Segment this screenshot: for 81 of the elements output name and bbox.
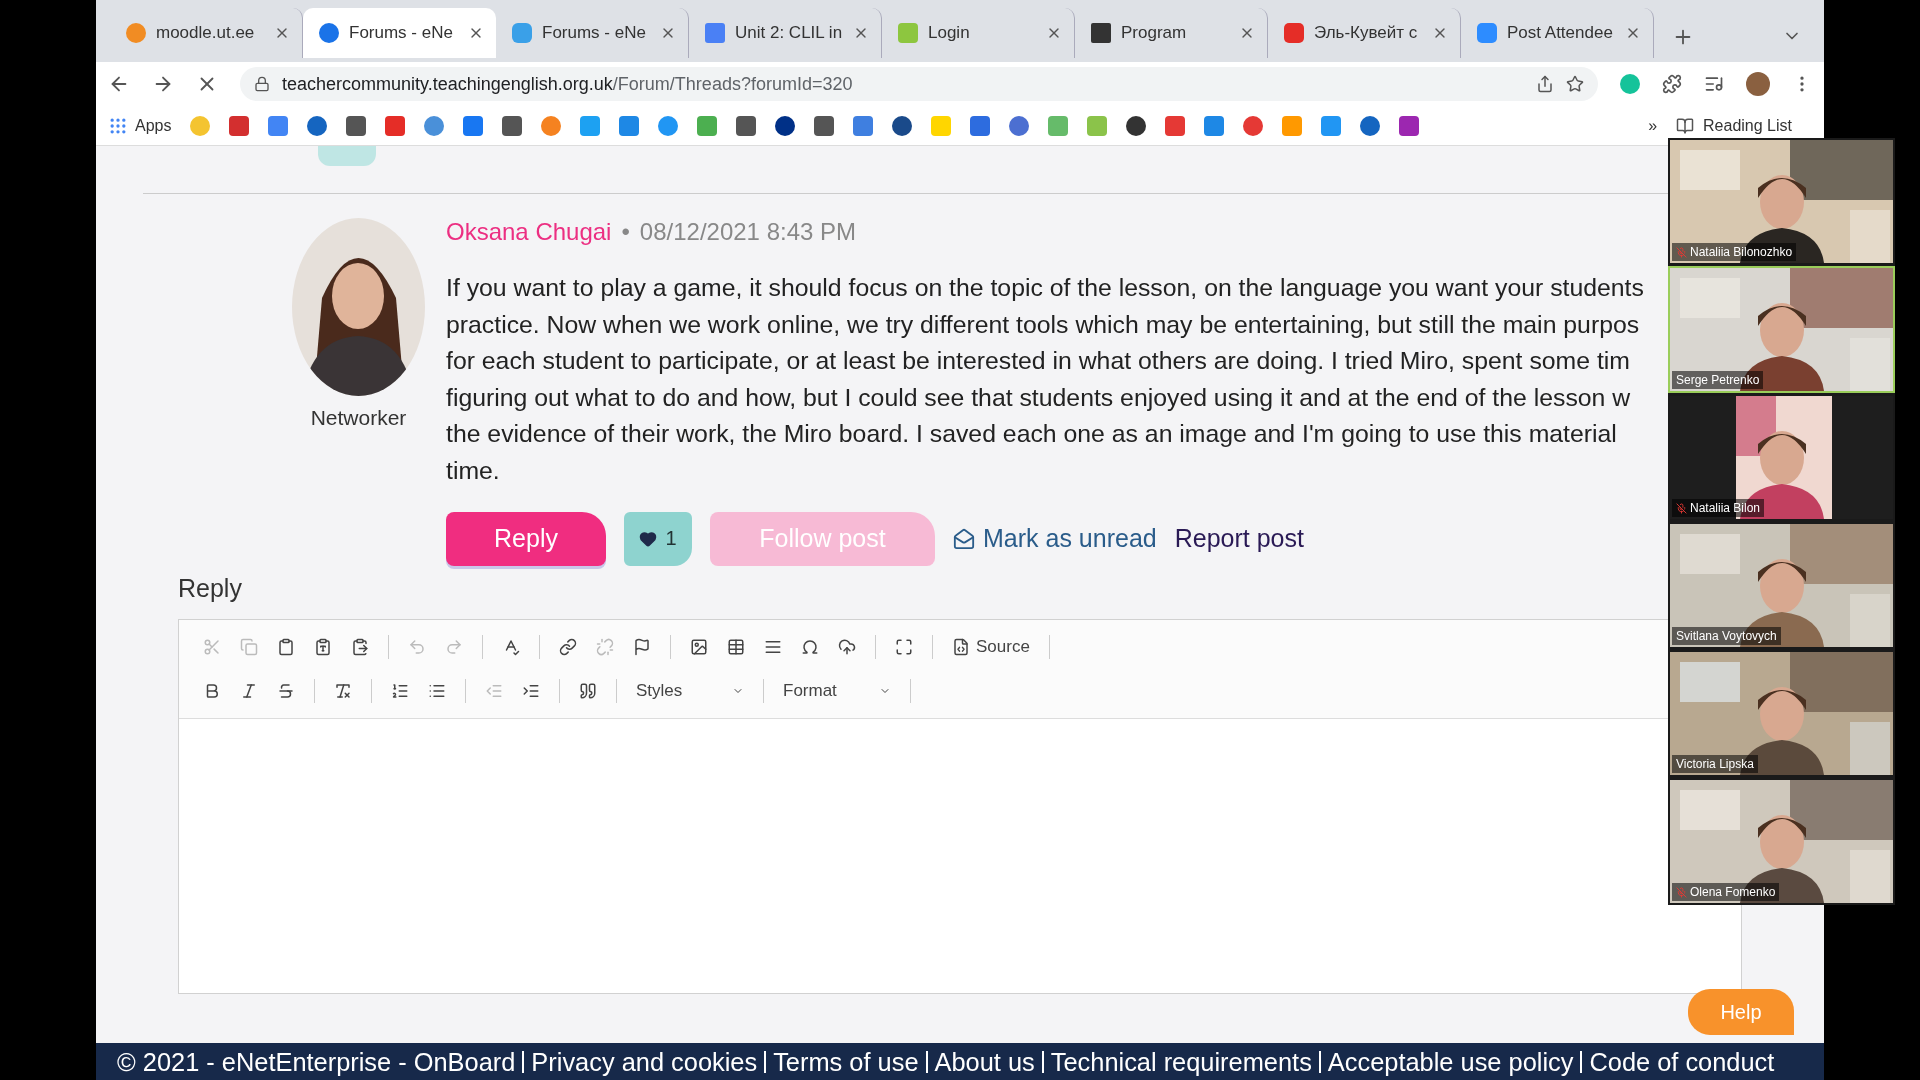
browser-tab[interactable]: Forums - eNe [496,8,689,58]
separator-dot: • [621,218,630,246]
user-role: Networker [310,406,407,430]
favicon-icon [898,23,918,43]
favicon-icon [705,23,725,43]
browser-tab[interactable]: Forums - eNe [303,8,496,58]
mark-as-unread-link[interactable]: Mark as unread [953,524,1157,554]
share-icon[interactable] [1536,75,1554,93]
favicon-icon [1284,23,1304,43]
participant-name: Victoria Lipska [1672,755,1758,773]
participant-name: Olena Fomenko [1672,883,1780,901]
toolbar-dropdown[interactable]: Styles [636,680,744,701]
clear-icon[interactable] [334,681,352,700]
url-path: /Forum/Threads?forumId=320 [612,73,853,95]
upload-icon[interactable] [838,637,856,656]
video-tile[interactable]: Serge Petrenko [1668,266,1895,393]
profile-icon[interactable] [1746,72,1770,96]
media-icon[interactable] [1704,74,1724,94]
browser-tab[interactable]: Эль-Кувейт с [1268,8,1461,58]
footer-link[interactable]: Terms of use [764,1050,926,1073]
bookmark-icon[interactable] [1126,115,1147,136]
video-tile[interactable]: Nataliia Bilon [1668,394,1895,521]
post-text-line: If you want to play a game, it should focus on the topic of the lesson, on the language you want your students [446,273,1644,303]
maximize-icon[interactable] [895,637,913,656]
like-button[interactable]: 1 [624,511,692,566]
footer-link[interactable]: About us [925,1050,1042,1073]
participant-name: Svitlana Voytovych [1672,627,1781,645]
star-icon[interactable] [1566,75,1584,93]
bookmark-icon[interactable] [307,115,328,136]
favicon-icon [319,23,339,43]
report-post-link[interactable]: Report post [1174,524,1304,554]
author-name[interactable]: Oksana Chugai [446,218,612,246]
post-text-line: time. [446,455,501,486]
bookmark-icon[interactable] [1399,115,1420,136]
browser-tab[interactable]: Post Attendee [1461,8,1654,58]
reply-heading: Reply [178,573,243,603]
more-bookmarks[interactable]: » [1648,116,1658,135]
participant-name: Nataliia Bilon [1672,499,1765,517]
post-text-line: practice. Now when we work online, we try different tools which may be entertaining, but still the main purpos [446,309,1641,340]
bookmark-icon[interactable] [775,115,796,136]
numbered-icon[interactable] [391,681,409,700]
bookmark-icon[interactable] [814,115,835,136]
video-tile[interactable]: Nataliia Bilonozhko [1668,138,1895,265]
bookmark-icon[interactable] [346,115,367,136]
participant-name: Serge Petrenko [1672,371,1764,389]
toolbar-dropdown[interactable]: Format [783,680,891,701]
reading-list[interactable]: Reading List [1703,116,1792,135]
envelope-icon [953,527,975,550]
post-text-line: the evidence of their work, the Miro board. I saved each one as an image and I'm going to use this material [446,419,1618,450]
browser-tab[interactable]: Program [1075,8,1268,58]
apps-label[interactable]: Apps [135,116,172,135]
bookmark-icon[interactable] [1360,115,1381,136]
favicon-icon [1091,23,1111,43]
bookmark-icon[interactable] [736,115,757,136]
puzzle-icon[interactable] [1662,74,1682,94]
post-date: 08/12/2021 8:43 PM [639,218,856,246]
bookmark-icon[interactable] [892,115,913,136]
paste-icon[interactable] [277,637,295,656]
italic-icon[interactable] [240,681,258,700]
post-text-line: for each student to participate, or at least be interested in what others are doing. I tried Miro, spent some tim [446,346,1631,377]
heart-icon [639,529,658,548]
url-host: teachercommunity.teachingenglish.org.uk [282,73,613,95]
browser-tab[interactable]: Login [882,8,1075,58]
link-icon[interactable] [559,637,577,656]
footer-link[interactable]: Code of conduct [1580,1050,1782,1073]
reading-list-icon[interactable] [1676,116,1695,135]
browser-tab[interactable]: Unit 2: CLIL in [689,8,882,58]
bookmark-icon[interactable] [502,115,523,136]
image-icon[interactable] [690,637,708,656]
address-bar[interactable]: teachercommunity.teachingenglish.org.uk/Forum/Threads?forumId=320 [240,67,1598,101]
favicon-icon [1477,23,1497,43]
paste-text-icon[interactable] [314,637,332,656]
favicon-icon [512,23,532,43]
lock-icon [254,76,270,92]
strike-icon[interactable] [277,681,295,700]
favicon-icon [126,23,146,43]
quote-icon[interactable] [579,681,597,700]
post-text-line: figuring out what to do and how, but I could see that students enjoyed using it and at the end of the lesson w [446,382,1632,413]
reply-button[interactable]: Reply [446,511,606,566]
participant-name: Nataliia Bilonozhko [1672,243,1797,261]
table-icon[interactable] [727,637,745,656]
